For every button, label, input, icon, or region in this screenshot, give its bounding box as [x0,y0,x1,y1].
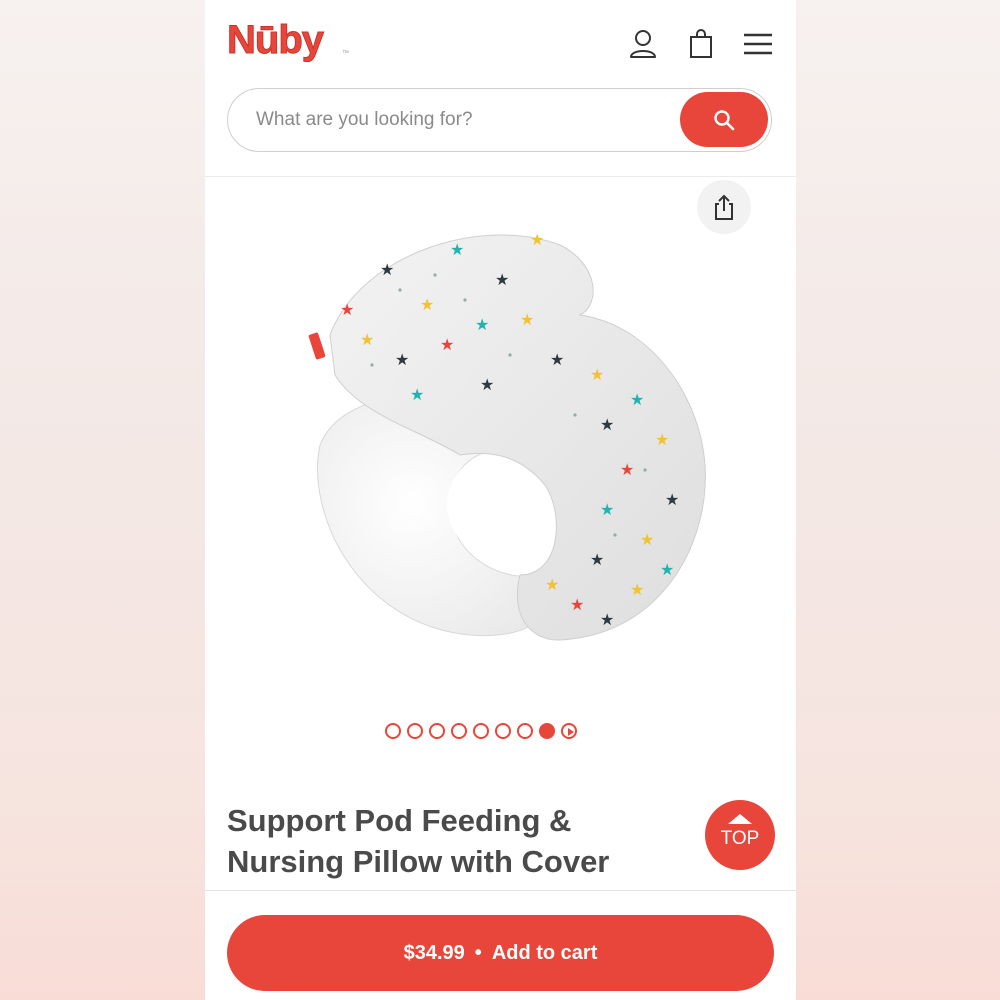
svg-text:★: ★ [480,375,494,394]
back-to-top-button[interactable]: TOP [705,800,775,870]
sticky-cart-bar: $34.99 • Add to cart [205,890,796,1000]
menu-icon[interactable] [741,28,775,60]
svg-text:★: ★ [620,460,634,479]
trademark-mark: ™ [342,50,349,57]
gallery-pagination [385,720,577,742]
svg-text:★: ★ [360,330,374,349]
gallery-dot-video[interactable] [561,723,577,739]
svg-text:★: ★ [600,500,614,519]
caret-up-icon [728,814,752,824]
search-button[interactable] [680,92,768,147]
svg-text:★: ★ [665,490,679,509]
svg-text:★: ★ [655,430,669,449]
gallery-dot[interactable] [451,723,467,739]
background-right [790,0,1000,1000]
svg-text:★: ★ [640,530,654,549]
svg-text:★: ★ [550,350,564,369]
svg-text:★: ★ [410,385,424,404]
svg-text:★: ★ [380,260,394,279]
svg-text:★: ★ [590,550,604,569]
header-divider [205,176,796,177]
add-to-cart-button[interactable]: $34.99 • Add to cart [227,915,774,991]
search-icon [714,109,735,130]
search-bar [227,88,772,152]
gallery-dot[interactable] [473,723,489,739]
product-image[interactable]: ★ ★ ★ ★ ★ ★ ★ ★ ★ ★ ★ ★ ★ ★ ★ ★ ★ ★ ★ ★ [300,215,710,655]
svg-text:★: ★ [495,270,509,289]
svg-text:★: ★ [530,230,544,249]
svg-text:★: ★ [660,560,674,579]
svg-text:★: ★ [600,415,614,434]
svg-text:★: ★ [630,390,644,409]
svg-text:★: ★ [630,580,644,599]
gallery-dot[interactable] [517,723,533,739]
product-title: Support Pod Feeding & Nursing Pillow wit… [227,803,610,879]
svg-text:★: ★ [590,365,604,384]
svg-text:★: ★ [475,315,489,334]
gallery-dot[interactable] [385,723,401,739]
gallery-dot[interactable] [539,723,555,739]
svg-text:★: ★ [420,295,434,314]
gallery-dot[interactable] [407,723,423,739]
brand-logo[interactable]: Nūby [227,18,325,63]
background-left [0,0,210,1000]
svg-text:★: ★ [450,240,464,259]
svg-text:★: ★ [520,310,534,329]
gallery-dot[interactable] [495,723,511,739]
search-input[interactable] [228,89,668,150]
account-icon[interactable] [627,28,659,60]
price-label: $34.99 [403,941,465,964]
price-separator: • [474,941,482,964]
site-header: Nūby ™ [205,0,796,80]
svg-text:★: ★ [600,610,614,629]
svg-text:★: ★ [395,350,409,369]
back-to-top-label: TOP [720,828,760,849]
svg-text:★: ★ [570,595,584,614]
bag-icon[interactable] [685,28,717,60]
share-icon [715,194,733,220]
svg-text:★: ★ [545,575,559,594]
svg-text:★: ★ [340,300,354,319]
gallery-dot[interactable] [429,723,445,739]
svg-text:★: ★ [440,335,454,354]
mobile-page: Nūby ™ What are you looking for? ★ ★ ★ ★… [205,0,796,1000]
add-to-cart-label: Add to cart [491,941,598,964]
